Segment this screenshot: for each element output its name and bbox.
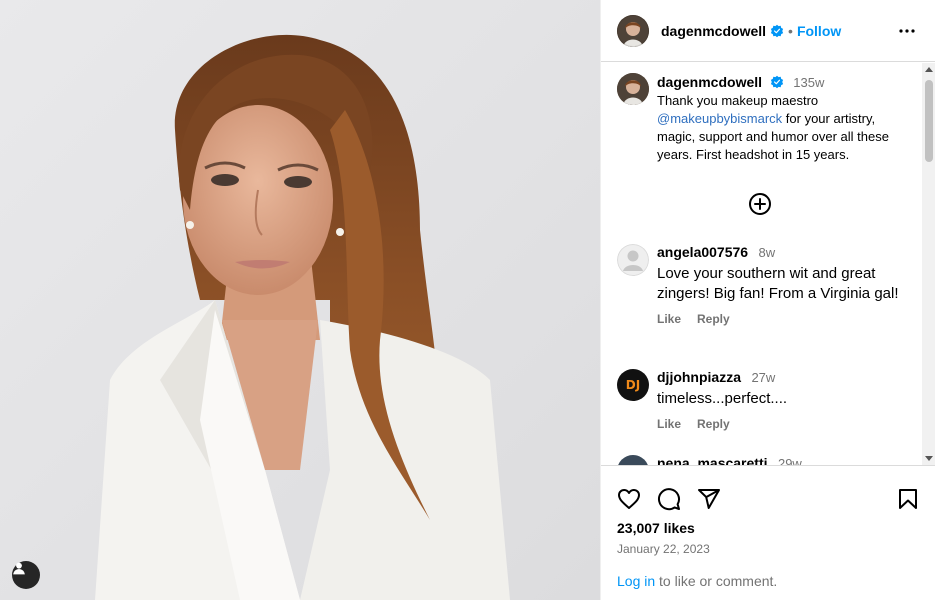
comment-username[interactable]: angela007576	[657, 244, 748, 260]
login-prompt-text: to like or comment.	[655, 573, 778, 589]
comments-scrollbar[interactable]	[922, 63, 935, 465]
comment-like-button[interactable]: Like	[657, 312, 681, 326]
comment-reply-button[interactable]: Reply	[697, 312, 730, 326]
comments-list[interactable]: dagenmcdowell 135w Thank you makeup maes…	[601, 63, 935, 465]
verified-icon	[770, 75, 783, 89]
caption-author-avatar[interactable]	[617, 73, 649, 105]
scroll-down-arrow[interactable]	[925, 456, 933, 461]
share-icon[interactable]	[697, 487, 721, 511]
login-prompt: Log in to like or comment.	[617, 573, 777, 589]
comment-item: nena_mascaretti 29w	[617, 455, 907, 465]
comment-username[interactable]: djjohnpiazza	[657, 369, 741, 385]
caption-text: Thank you makeup maestro @makeupbybismar…	[657, 92, 907, 164]
comment-reply-button[interactable]: Reply	[697, 417, 730, 431]
portrait-illustration	[0, 0, 600, 600]
comment-time: 8w	[758, 245, 776, 260]
more-options-button[interactable]	[895, 19, 919, 43]
more-options-icon	[899, 28, 915, 33]
separator-dot: •	[788, 22, 793, 39]
author-avatar[interactable]	[617, 14, 649, 47]
comment-item: angela007576 8w Love your southern wit a…	[617, 244, 907, 326]
scroll-up-arrow[interactable]	[925, 67, 933, 72]
comment-text: timeless...perfect....	[657, 390, 788, 407]
heart-icon[interactable]	[617, 487, 641, 511]
post-caption: dagenmcdowell 135w Thank you makeup maes…	[617, 73, 907, 164]
post-side-panel: dagenmcdowell • Follow dagenmcdowell 135…	[600, 0, 935, 600]
comment-avatar[interactable]: DJ	[617, 369, 649, 401]
author-username[interactable]: dagenmcdowell	[661, 23, 766, 39]
post-date: January 22, 2023	[617, 542, 710, 556]
default-avatar-icon	[617, 244, 649, 276]
comment-text: Love your southern wit and great zingers…	[657, 265, 899, 302]
comment-time: 27w	[751, 370, 776, 385]
verified-icon	[770, 24, 784, 37]
comment-icon[interactable]	[657, 487, 681, 511]
caption-time: 135w	[793, 75, 825, 90]
follow-button[interactable]: Follow	[797, 23, 841, 39]
dj-logo-text: DJ	[625, 378, 641, 392]
user-tag-button[interactable]	[12, 561, 40, 589]
caption-username[interactable]: dagenmcdowell	[657, 74, 762, 90]
post-header: dagenmcdowell • Follow	[601, 0, 935, 62]
load-more-icon[interactable]	[748, 192, 772, 216]
comment-username[interactable]: nena_mascaretti	[657, 455, 768, 465]
post-footer: 23,007 likes January 22, 2023 Log in to …	[601, 465, 935, 600]
caption-mention-link[interactable]: @makeupbybismarck	[657, 111, 782, 126]
bookmark-icon[interactable]	[896, 487, 920, 511]
comment-like-button[interactable]: Like	[657, 417, 681, 431]
comment-time: 29w	[777, 456, 802, 465]
comment-avatar[interactable]	[617, 244, 649, 276]
user-tag-icon	[13, 562, 25, 575]
login-link[interactable]: Log in	[617, 573, 655, 589]
action-bar	[601, 466, 935, 518]
caption-text-start: Thank you makeup maestro	[657, 93, 819, 108]
post-image[interactable]	[0, 0, 600, 600]
scrollbar-thumb[interactable]	[925, 80, 933, 162]
comment-item: DJ djjohnpiazza 27w timeless...perfect..…	[617, 369, 907, 431]
comment-avatar[interactable]	[617, 455, 649, 465]
likes-count[interactable]: 23,007 likes	[601, 520, 935, 536]
caption-avatar-image	[617, 73, 649, 105]
